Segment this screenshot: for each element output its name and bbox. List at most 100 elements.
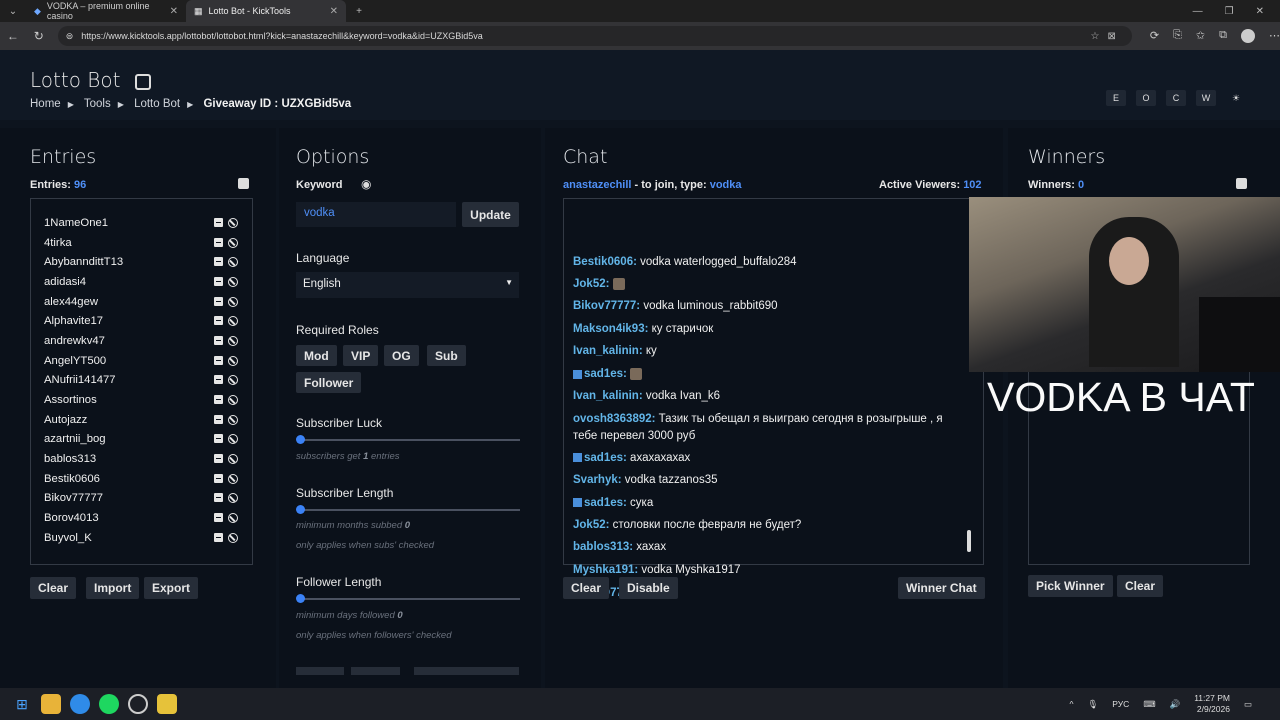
- ban-icon[interactable]: [228, 237, 238, 248]
- chat-username[interactable]: sad1es:: [584, 497, 627, 509]
- options-bottom-button-2[interactable]: [351, 667, 400, 675]
- remove-entry-icon[interactable]: [214, 276, 223, 286]
- url-field[interactable]: ⊜ https://www.kicktools.app/lottobot/lot…: [57, 26, 1132, 46]
- remove-entry-icon[interactable]: [214, 296, 223, 306]
- remove-entry-icon[interactable]: [214, 473, 223, 483]
- copy-entries-icon[interactable]: [238, 178, 249, 189]
- chat-username[interactable]: Jok52:: [573, 519, 609, 531]
- favorites-icon[interactable]: ✩: [1196, 29, 1205, 43]
- volume-icon[interactable]: 🔊: [1170, 699, 1181, 710]
- sub-luck-slider[interactable]: [296, 435, 520, 444]
- remove-entry-icon[interactable]: [214, 257, 223, 267]
- site-info-icon[interactable]: ⊜: [66, 31, 74, 42]
- chat-username[interactable]: bablos313:: [573, 541, 633, 553]
- microphone-icon[interactable]: 🎙: [1088, 699, 1099, 710]
- export-button[interactable]: Export: [144, 577, 199, 599]
- notifications-icon[interactable]: ▭: [1244, 699, 1252, 710]
- remove-entry-icon[interactable]: [214, 217, 223, 227]
- channel-link[interactable]: anastazechill: [563, 179, 631, 191]
- browser-tab-lottobot[interactable]: ▦ Lotto Bot - KickTools ✕: [186, 0, 346, 22]
- remove-entry-icon[interactable]: [214, 335, 223, 345]
- chat-username[interactable]: sad1es:: [584, 452, 627, 464]
- tray-expand-icon[interactable]: ^: [1070, 699, 1074, 709]
- follower-length-knob[interactable]: [296, 594, 305, 603]
- disable-chat-button[interactable]: Disable: [619, 577, 678, 599]
- back-icon[interactable]: ←: [0, 29, 26, 43]
- chat-username[interactable]: Bikov77777:: [573, 300, 640, 312]
- ban-icon[interactable]: [228, 473, 238, 484]
- remove-entry-icon[interactable]: [214, 454, 223, 464]
- ban-icon[interactable]: [228, 335, 238, 346]
- pick-winner-button[interactable]: Pick Winner: [1028, 575, 1113, 597]
- ban-icon[interactable]: [228, 532, 238, 543]
- chat-username[interactable]: ovosh8363892:: [573, 413, 655, 425]
- ban-icon[interactable]: [228, 375, 238, 386]
- clock[interactable]: 11:27 PM 2/9/2026: [1194, 693, 1230, 715]
- update-button[interactable]: Update: [462, 202, 519, 227]
- tab-list-button[interactable]: ⌄: [0, 6, 26, 17]
- remove-entry-icon[interactable]: [214, 355, 223, 365]
- winners-toggle-button[interactable]: W: [1196, 90, 1216, 106]
- restore-icon[interactable]: ❐: [1225, 6, 1234, 17]
- remove-entry-icon[interactable]: [214, 316, 223, 326]
- sub-length-knob[interactable]: [296, 505, 305, 514]
- remove-entry-icon[interactable]: [214, 493, 223, 503]
- profile-avatar[interactable]: [1241, 29, 1255, 43]
- ban-icon[interactable]: [228, 493, 238, 504]
- breadcrumb-tools[interactable]: Tools: [84, 98, 111, 110]
- ban-icon[interactable]: [228, 257, 238, 268]
- eye-icon[interactable]: ◉: [361, 177, 371, 191]
- ban-icon[interactable]: [228, 217, 238, 228]
- chat-username[interactable]: Ivan_kalinin:: [573, 390, 643, 402]
- favorite-icon[interactable]: ☆⊠: [1091, 31, 1124, 42]
- remove-entry-icon[interactable]: [214, 434, 223, 444]
- follower-length-slider[interactable]: [296, 594, 520, 603]
- obs-icon[interactable]: [128, 694, 148, 714]
- edge-icon[interactable]: [70, 694, 90, 714]
- winner-chat-button[interactable]: Winner Chat: [898, 577, 985, 599]
- options-bottom-button-1[interactable]: [296, 667, 344, 675]
- remove-entry-icon[interactable]: [214, 237, 223, 247]
- remove-entry-icon[interactable]: [214, 513, 223, 523]
- ban-icon[interactable]: [228, 316, 238, 327]
- language-select[interactable]: English ▼: [296, 272, 519, 298]
- options-toggle-button[interactable]: O: [1136, 90, 1156, 106]
- remove-entry-icon[interactable]: [214, 395, 223, 405]
- network-icon[interactable]: ⌨: [1143, 699, 1155, 710]
- chat-username[interactable]: Bestik0606:: [573, 256, 637, 268]
- menu-icon[interactable]: ⋯: [1269, 29, 1280, 43]
- new-tab-icon[interactable]: +: [346, 6, 372, 17]
- chat-username[interactable]: Myshka191:: [573, 564, 638, 576]
- clear-chat-button[interactable]: Clear: [563, 577, 610, 599]
- import-button[interactable]: Import: [86, 577, 140, 599]
- app-icon[interactable]: [157, 694, 177, 714]
- remove-entry-icon[interactable]: [214, 532, 223, 542]
- collections-icon[interactable]: ⧉: [1219, 29, 1227, 43]
- close-tab-icon[interactable]: ✕: [330, 6, 338, 17]
- chat-scrollbar[interactable]: [967, 530, 971, 552]
- chat-username[interactable]: Svarhyk:: [573, 474, 622, 486]
- sub-length-slider[interactable]: [296, 505, 520, 514]
- copy-winners-icon[interactable]: [1236, 178, 1247, 189]
- chat-username[interactable]: Makson4ik93:: [573, 323, 648, 335]
- spotify-icon[interactable]: [99, 694, 119, 714]
- ban-icon[interactable]: [228, 454, 238, 465]
- ban-icon[interactable]: [228, 276, 238, 287]
- ban-icon[interactable]: [228, 296, 238, 307]
- chat-box[interactable]: [563, 198, 984, 565]
- theme-toggle-icon[interactable]: ☀: [1226, 90, 1246, 106]
- breadcrumb-lottobot[interactable]: Lotto Bot: [134, 98, 180, 110]
- ban-icon[interactable]: [228, 434, 238, 445]
- role-vip-button[interactable]: VIP: [343, 345, 379, 366]
- options-bottom-button-3[interactable]: [414, 667, 519, 675]
- role-follower-button[interactable]: Follower: [296, 372, 362, 393]
- minimize-icon[interactable]: —: [1193, 6, 1203, 17]
- role-sub-button[interactable]: Sub: [427, 345, 466, 366]
- role-mod-button[interactable]: Mod: [296, 345, 337, 366]
- breadcrumb-home[interactable]: Home: [30, 98, 61, 110]
- ban-icon[interactable]: [228, 513, 238, 524]
- remove-entry-icon[interactable]: [214, 375, 223, 385]
- entries-toggle-button[interactable]: E: [1106, 90, 1126, 106]
- clear-entries-button[interactable]: Clear: [30, 577, 77, 599]
- close-tab-icon[interactable]: ✕: [170, 6, 178, 17]
